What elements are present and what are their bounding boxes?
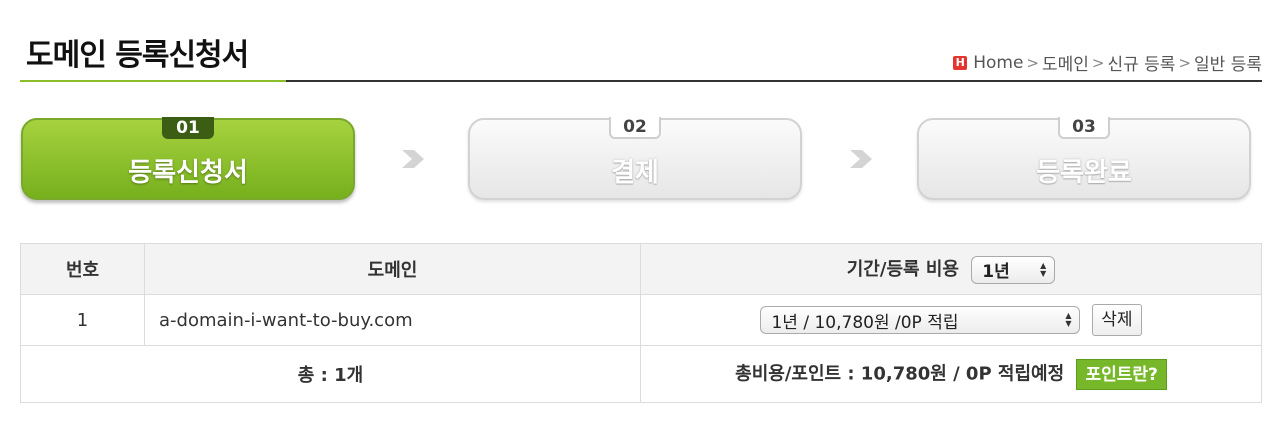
table-footer-row: 총 : 1개 총비용/포인트 : 10,780원 / 0P 적립예정 포인트란? bbox=[20, 345, 1262, 403]
home-icon: H bbox=[953, 55, 968, 70]
breadcrumb-home[interactable]: Home bbox=[973, 53, 1023, 73]
table-row: 1 a-domain-i-want-to-buy.com 1년 / 10,780… bbox=[20, 294, 1262, 346]
chevron-right-icon: > bbox=[1178, 53, 1192, 72]
chevron-right-icon: > bbox=[1091, 53, 1105, 72]
step-label: 결제 bbox=[611, 158, 659, 188]
price-select-value: 1년 / 10,780원 /0P 적립 bbox=[771, 312, 959, 333]
title-divider-accent bbox=[20, 80, 286, 82]
breadcrumb-domain[interactable]: 도메인 bbox=[1042, 50, 1089, 75]
price-select[interactable]: 1년 / 10,780원 /0P 적립 ▲ ▼ bbox=[760, 306, 1081, 334]
breadcrumb-new-registration[interactable]: 신규 등록 bbox=[1107, 50, 1175, 75]
row-price-cell: 1년 / 10,780원 /0P 적립 ▲ ▼ 삭제 bbox=[640, 294, 1262, 346]
step-label: 등록완료 bbox=[1036, 158, 1132, 188]
chevron-right-icon: > bbox=[1026, 53, 1039, 72]
step-2-payment: 02 결제 bbox=[468, 117, 802, 200]
total-cost: 총비용/포인트 : 10,780원 / 0P 적립예정 bbox=[735, 363, 1065, 384]
period-select-value: 1년 bbox=[982, 262, 1010, 282]
point-info-button[interactable]: 포인트란? bbox=[1076, 358, 1167, 390]
row-domain: a-domain-i-want-to-buy.com bbox=[144, 294, 641, 346]
updown-arrows-icon: ▲ ▼ bbox=[1040, 260, 1047, 278]
delete-button[interactable]: 삭제 bbox=[1092, 304, 1142, 336]
header-domain: 도메인 bbox=[144, 243, 641, 295]
step-3-complete: 03 등록완료 bbox=[917, 117, 1251, 200]
breadcrumb-general-registration[interactable]: 일반 등록 bbox=[1194, 50, 1262, 75]
step-label: 등록신청서 bbox=[128, 158, 248, 188]
table-header-row: 번호 도메인 기간/등록 비용 1년 ▲ ▼ bbox=[20, 243, 1262, 295]
step-arrow-icon bbox=[402, 150, 424, 168]
domain-registration-page: 도메인 등록신청서 H Home > 도메인 > 신규 등록 > 일반 등록 0… bbox=[0, 0, 1280, 424]
header-period: 기간/등록 비용 1년 ▲ ▼ bbox=[640, 243, 1262, 295]
domain-table: 번호 도메인 기간/등록 비용 1년 ▲ ▼ 1 a-domain-i-want-… bbox=[20, 243, 1262, 403]
total-cost-cell: 총비용/포인트 : 10,780원 / 0P 적립예정 포인트란? bbox=[640, 345, 1262, 403]
total-count: 총 : 1개 bbox=[20, 345, 641, 403]
step-number: 03 bbox=[1058, 117, 1110, 139]
step-number: 01 bbox=[162, 117, 214, 139]
header-period-label: 기간/등록 비용 bbox=[846, 258, 959, 280]
page-title: 도메인 등록신청서 bbox=[26, 38, 249, 73]
row-no: 1 bbox=[20, 294, 145, 346]
breadcrumb: H Home > 도메인 > 신규 등록 > 일반 등록 bbox=[953, 50, 1262, 75]
step-arrow-icon bbox=[850, 150, 872, 168]
step-1-application: 01 등록신청서 bbox=[21, 117, 355, 200]
updown-arrows-icon: ▲ ▼ bbox=[1065, 311, 1072, 328]
step-number: 02 bbox=[609, 117, 661, 139]
period-select[interactable]: 1년 ▲ ▼ bbox=[971, 255, 1056, 284]
header-no: 번호 bbox=[20, 243, 145, 295]
